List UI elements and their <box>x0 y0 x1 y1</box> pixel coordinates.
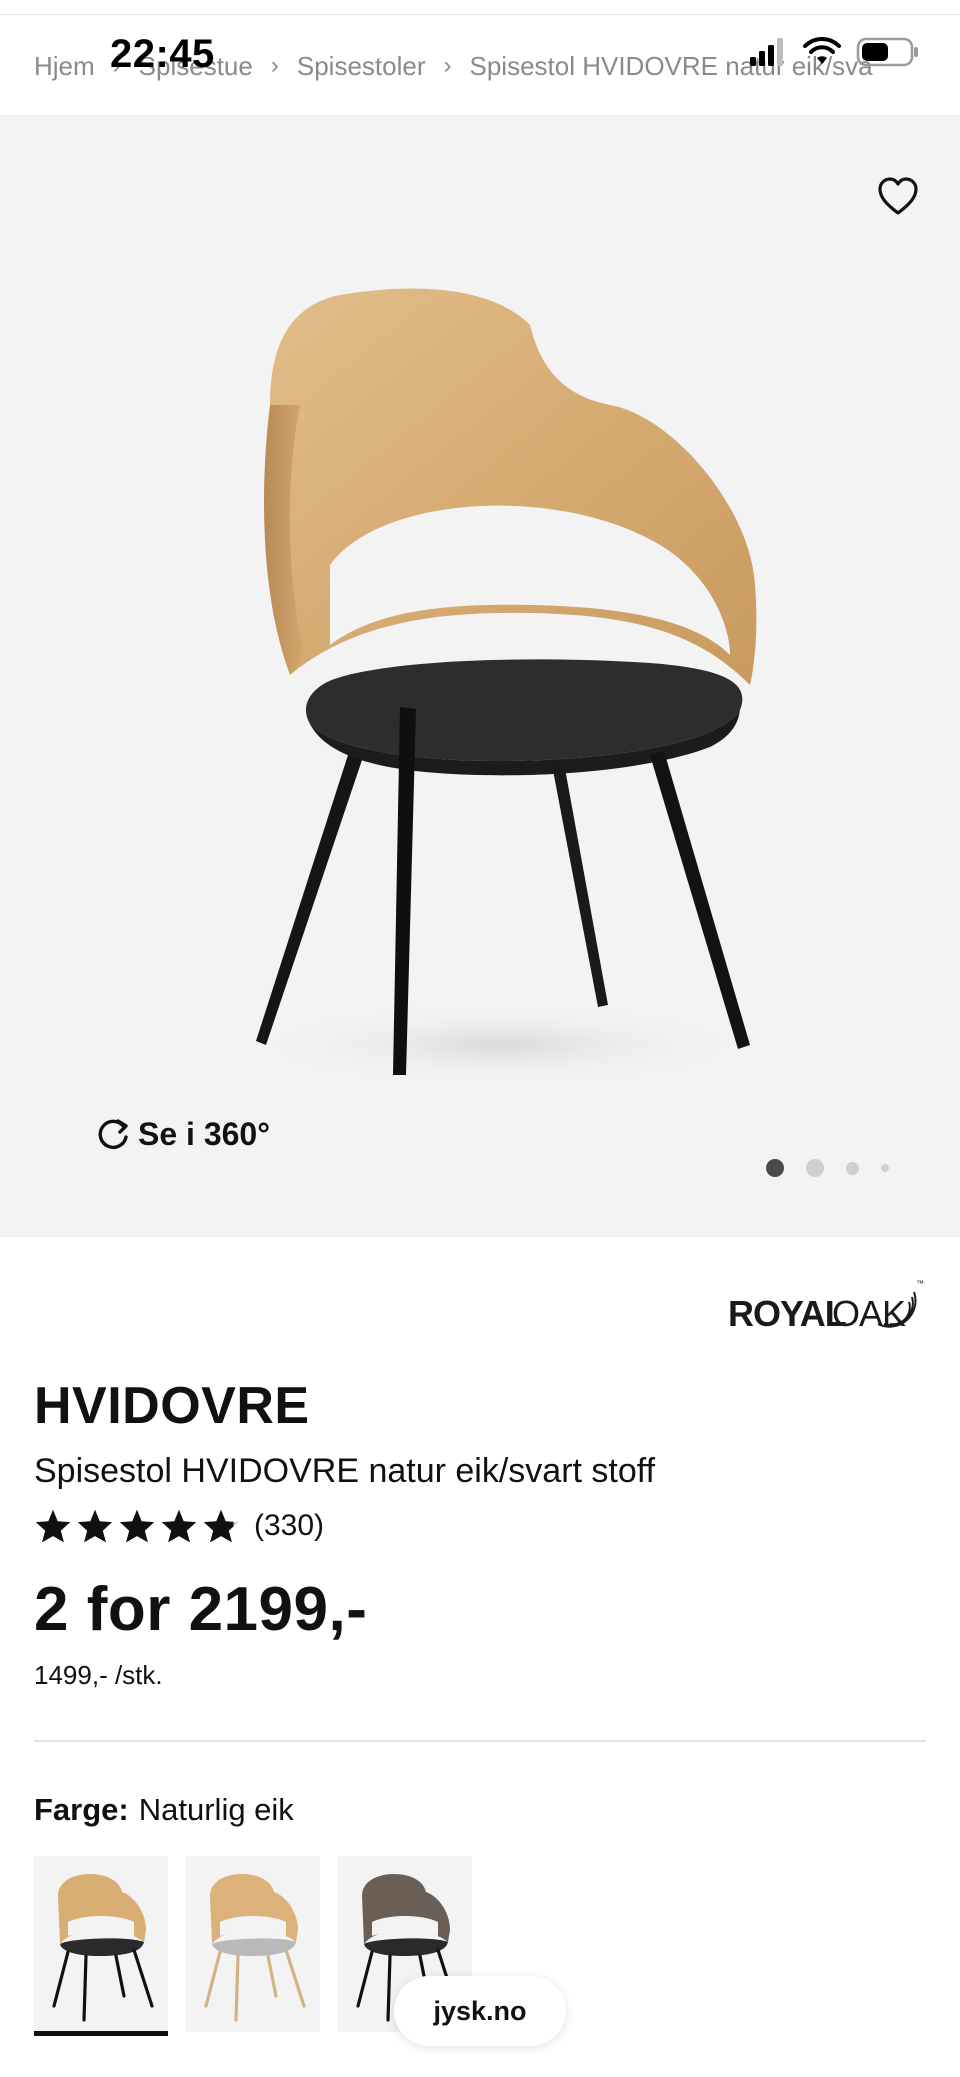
view-360-label: Se i 360° <box>138 1115 270 1152</box>
product-rating[interactable]: (330) <box>34 1508 324 1544</box>
status-icons <box>748 36 920 68</box>
color-label: Farge: <box>34 1792 129 1827</box>
pagination-dot[interactable] <box>881 1164 889 1172</box>
heart-icon[interactable] <box>876 175 920 219</box>
pagination-dot[interactable] <box>846 1161 859 1175</box>
brand-name-oak: OAK <box>832 1293 906 1334</box>
chevron-right-icon: › <box>443 52 452 79</box>
swatch-image <box>52 1874 154 2022</box>
half-star-icon <box>203 1509 239 1543</box>
star-rating <box>34 1508 240 1544</box>
product-subtitle: Spisestol HVIDOVRE natur eik/svart stoff <box>34 1452 656 1490</box>
section-divider <box>34 1740 926 1742</box>
star-icon <box>161 1509 197 1543</box>
wifi-icon <box>803 37 841 64</box>
brand-logo[interactable]: ROYAL OAK ™ <box>728 1272 928 1347</box>
pagination-dot-active[interactable] <box>766 1159 784 1177</box>
view-360-button[interactable]: Se i 360° <box>94 1115 270 1153</box>
rotate-icon <box>98 1119 128 1150</box>
breadcrumb-dining-chairs[interactable]: Spisestoler <box>297 51 426 82</box>
color-value: Naturlig eik <box>138 1792 294 1827</box>
unit-price: 1499,- /stk. <box>34 1660 163 1690</box>
breadcrumb-home[interactable]: Hjem <box>34 51 95 82</box>
star-icon <box>77 1509 113 1543</box>
battery-icon <box>856 37 918 67</box>
pagination-dot[interactable] <box>806 1159 824 1177</box>
star-icon <box>35 1509 71 1543</box>
brand-trademark: ™ <box>916 1279 924 1288</box>
chevron-right-icon: › <box>270 52 279 79</box>
top-divider <box>0 14 960 15</box>
product-title: HVIDOVRE <box>34 1377 310 1435</box>
rating-count[interactable]: (330) <box>254 1509 324 1543</box>
swatch-image <box>204 1874 306 2022</box>
color-swatch-natural-oak-grey[interactable] <box>186 1856 320 2032</box>
color-selector-label: Farge: Naturlig eik <box>34 1792 294 1828</box>
gallery-pagination <box>766 1159 889 1177</box>
signal-icon <box>750 38 783 66</box>
star-icon <box>119 1509 155 1543</box>
color-swatch-natural-oak-black[interactable] <box>34 1856 168 2036</box>
product-gallery[interactable]: Se i 360° <box>0 115 960 1237</box>
browser-url-pill[interactable]: jysk.no <box>394 1976 566 2046</box>
product-price: 2 for 2199,- <box>34 1575 368 1644</box>
brand-name-royal: ROYAL <box>728 1293 846 1334</box>
status-time: 22:45 <box>110 32 215 76</box>
product-image <box>250 288 757 1085</box>
